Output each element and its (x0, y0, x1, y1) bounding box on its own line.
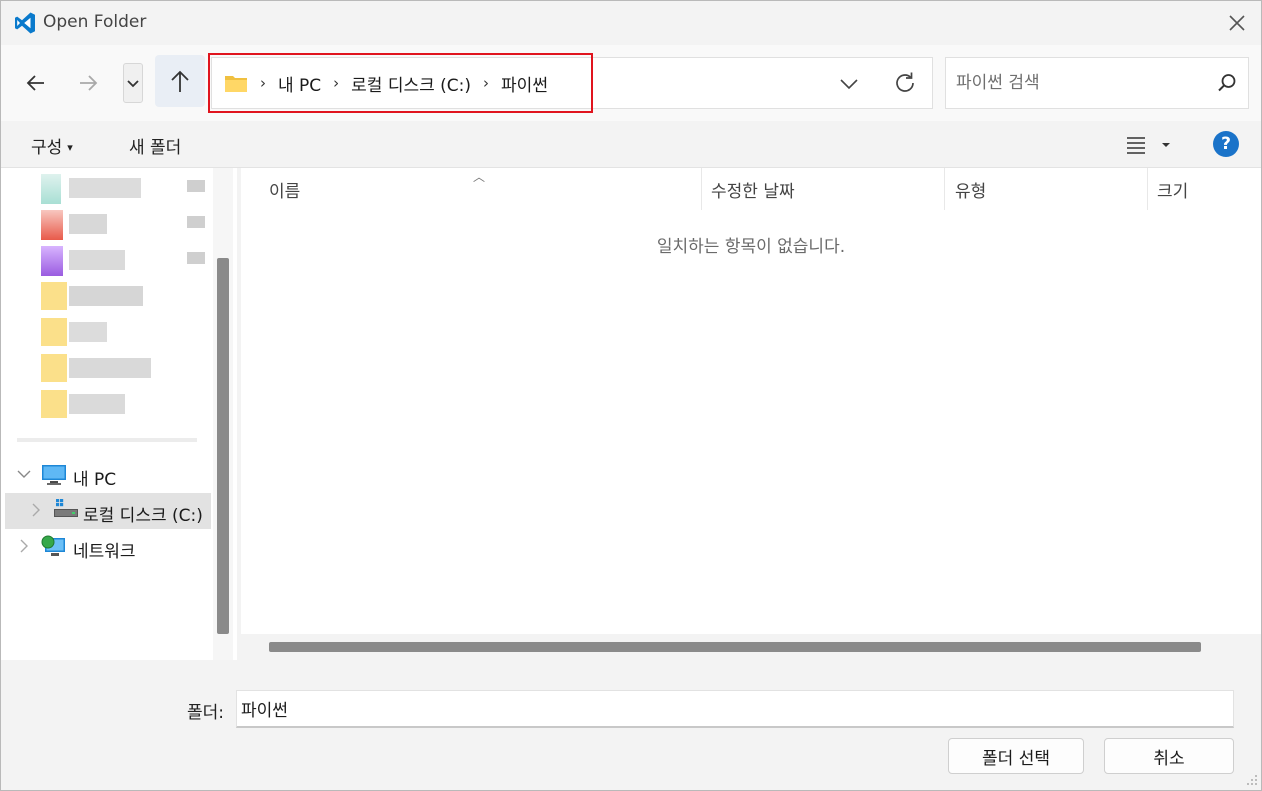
file-list: ︿ 이름 수정한 날짜 유형 크기 일치하는 항목이 없습니다. (241, 168, 1261, 660)
search-input[interactable] (956, 70, 1206, 96)
column-header-size[interactable]: 크기 (1157, 168, 1188, 210)
window-title: Open Folder (43, 12, 147, 32)
column-divider[interactable] (1147, 168, 1148, 210)
chevron-down-icon[interactable] (15, 465, 33, 483)
breadcrumb-item-current-folder[interactable]: 파이썬 (501, 71, 548, 96)
caret-down-icon: ▾ (67, 141, 73, 154)
column-divider[interactable] (701, 168, 702, 210)
search-box[interactable] (945, 57, 1249, 109)
folder-name-input[interactable] (236, 690, 1234, 728)
title-bar: Open Folder (1, 1, 1261, 45)
horizontal-scrollbar-thumb[interactable] (269, 642, 1201, 652)
column-divider[interactable] (944, 168, 945, 210)
chevron-right-icon[interactable] (15, 537, 33, 555)
breadcrumb-item-local-disk[interactable]: 로컬 디스크 (C:) (351, 71, 471, 96)
folder-field-label: 폴더: (187, 703, 225, 723)
up-arrow-icon (171, 70, 189, 92)
refresh-icon[interactable] (892, 70, 918, 96)
sort-ascending-icon: ︿ (473, 170, 486, 184)
sidebar-item-label: 내 PC (73, 470, 117, 490)
nav-scrollbar-thumb[interactable] (217, 258, 229, 634)
close-icon[interactable] (1223, 9, 1251, 37)
up-button[interactable] (155, 55, 205, 107)
sidebar-item-my-pc[interactable]: 내 PC (1, 457, 213, 493)
chevron-down-icon (127, 80, 139, 88)
column-header-name[interactable]: 이름 (269, 168, 300, 210)
folder-icon (225, 76, 247, 92)
help-icon[interactable]: ? (1213, 131, 1239, 157)
sidebar-item-label: 로컬 디스크 (C:) (83, 506, 203, 526)
breadcrumb-separator: › (260, 74, 266, 92)
sidebar-item-network[interactable]: 네트워크 (1, 529, 213, 565)
sidebar-item-label: 네트워크 (73, 542, 136, 562)
sidebar-item-local-disk[interactable]: 로컬 디스크 (C:) (5, 493, 211, 529)
forward-button[interactable] (71, 65, 105, 101)
navigation-pane: 내 PC 로컬 디스크 (C:) 네트워크 (1, 168, 237, 660)
breadcrumb-item-my-pc[interactable]: 내 PC (278, 71, 321, 96)
organize-button[interactable]: 구성 ▾ (31, 133, 73, 158)
cancel-button[interactable]: 취소 (1104, 738, 1234, 774)
chevron-right-icon[interactable] (27, 501, 45, 519)
command-bar: 구성 ▾ 새 폴더 ? (1, 121, 1261, 168)
organize-label: 구성 (31, 138, 63, 158)
view-options-icon[interactable] (1125, 132, 1177, 158)
navigation-bar: › 내 PC › 로컬 디스크 (C:) › 파이썬 (1, 45, 1261, 121)
empty-folder-message: 일치하는 항목이 없습니다. (656, 237, 846, 257)
address-bar[interactable]: › 내 PC › 로컬 디스크 (C:) › 파이썬 (208, 53, 933, 113)
resize-grip-icon[interactable] (1245, 773, 1259, 787)
drive-icon (54, 499, 78, 517)
new-folder-button[interactable]: 새 폴더 (129, 133, 181, 158)
breadcrumb: › 내 PC › 로컬 디스크 (C:) › 파이썬 (224, 58, 560, 108)
column-header-modified[interactable]: 수정한 날짜 (711, 168, 795, 210)
breadcrumb-separator: › (483, 74, 490, 92)
search-icon[interactable] (1216, 72, 1238, 94)
breadcrumb-separator: › (333, 74, 340, 92)
network-icon (41, 535, 65, 556)
column-header-type[interactable]: 유형 (955, 168, 986, 210)
chevron-down-icon[interactable] (838, 72, 860, 94)
vscode-icon (15, 12, 35, 34)
open-folder-dialog: Open Folder › 내 PC › 로컬 디스크 (C:) › 파이썬 파… (0, 0, 1262, 791)
computer-icon (42, 465, 66, 485)
forward-arrow-icon (80, 75, 98, 91)
select-folder-button[interactable]: 폴더 선택 (948, 738, 1084, 774)
back-button[interactable] (19, 65, 53, 101)
back-arrow-icon (26, 75, 44, 91)
recent-locations-button[interactable] (123, 63, 143, 103)
